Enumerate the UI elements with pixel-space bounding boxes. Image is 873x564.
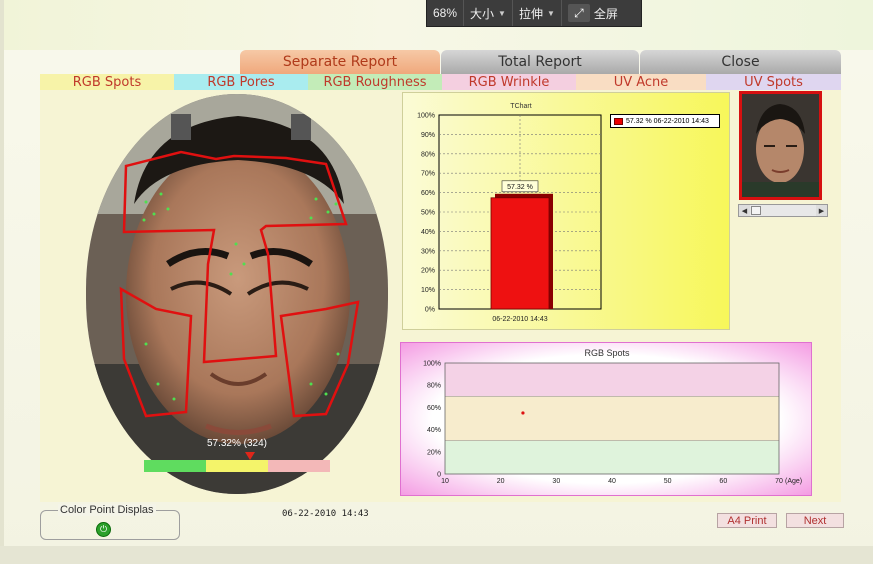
y-tick-label: 20% [421,268,435,275]
age-x-tick-label: 30 [552,478,560,485]
zoom-value: 68% [433,6,458,20]
age-y-tick-label: 60% [427,405,441,412]
age-band [445,396,779,441]
y-tick-label: 70% [421,171,435,178]
zoom-readout[interactable]: 68% [427,0,465,26]
age-band [445,440,779,474]
age-y-tick-label: 20% [427,449,441,456]
age-data-point [521,411,525,415]
age-x-tick-label: 70 [775,478,783,485]
y-tick-label: 80% [421,151,435,158]
bar-chart-legend: 57.32 % 06-22-2010 14:43 [610,114,720,128]
bar [490,197,550,310]
age-scatter-chart: RGB Spots020%40%60%80%100%10 20 30 40 50 60 70… [423,348,802,485]
size-menu[interactable]: 大小 ▼ [464,0,513,26]
scale-segment-good [144,460,206,472]
age-band [445,363,779,397]
age-y-tick-label: 40% [427,427,441,434]
chevron-down-icon: ▼ [498,8,506,18]
age-x-axis-label: (Age) [785,478,802,485]
stretch-menu[interactable]: 拉伸 ▼ [513,0,562,26]
stretch-label: 拉伸 [518,6,543,21]
subtab-uv-acne[interactable]: UV Acne [576,74,706,90]
age-chart-title: RGB Spots [584,348,630,358]
age-chart-panel: RGB Spots 0 20% 40% 60% 80% 100% 10 20 30 40 50 60 70… [400,342,812,496]
age-x-tick-label: 50 [664,478,672,485]
y-tick-label: 30% [421,248,435,255]
y-tick-label: 10% [421,287,435,294]
scale-segment-medium [206,460,268,472]
bar-chart-title: TChart [510,103,531,110]
thumbnail-scrollbar[interactable]: ◀ ▶ [738,204,828,217]
subtab-rgb-spots[interactable]: RGB Spots [40,74,174,90]
age-y-tick-label: 80% [427,383,441,390]
age-x-tick-label: 20 [497,478,505,485]
age-y-tick-label: 100% [423,361,441,368]
scale-segment-poor [268,460,330,472]
a4-print-button[interactable]: A4 Print [717,513,777,528]
face-analysis-image [86,94,388,494]
y-tick-label: 50% [421,210,435,217]
fullscreen-label: 全屏 [593,6,618,21]
severity-scale-bar [144,460,330,472]
report-timestamp: 06-22-2010 14:43 [282,509,369,519]
close-button[interactable]: Close [640,50,841,74]
tab-separate-report[interactable]: Separate Report [240,50,440,74]
footer-strip [0,546,873,564]
y-tick-label: 90% [421,132,435,139]
x-tick-label: 06-22-2010 14:43 [492,316,547,323]
subtab-rgb-pores[interactable]: RGB Pores [174,74,308,90]
bar-value-label: 57.32 % [507,184,533,191]
size-label: 大小 [470,6,495,21]
y-tick-label: 100% [417,113,435,120]
age-x-tick-label: 40 [608,478,616,485]
left-rail [0,0,4,564]
next-button[interactable]: Next [786,513,844,528]
age-x-tick-label: 60 [719,478,727,485]
bar-chart: TChart 0% 10% 20% 30% 40% 50% 60% 70% 80% 90% 100% 5… [417,103,602,323]
subtab-uv-spots[interactable]: UV Spots [706,74,841,90]
age-x-tick-label: 10 [441,478,449,485]
subtab-rgb-roughness[interactable]: RGB Roughness [308,74,442,90]
face-thumbnail[interactable] [739,91,822,200]
face-illustration [86,94,388,494]
subtab-rgb-wrinkle[interactable]: RGB Wrinkle [442,74,576,90]
scroll-left-icon[interactable]: ◀ [739,205,750,216]
power-toggle-icon[interactable]: ⏻ [96,522,111,537]
scrollbar-thumb[interactable] [751,206,761,215]
y-tick-label: 60% [421,190,435,197]
scroll-right-icon[interactable]: ▶ [816,205,827,216]
legend-text: 57.32 % 06-22-2010 14:43 [626,117,709,125]
thumbnail-face-image [742,94,819,197]
tab-total-report[interactable]: Total Report [441,50,639,74]
fullscreen-button[interactable]: ⤢ 全屏 [562,0,624,26]
y-tick-label: 0% [425,307,435,314]
expand-icon: ⤢ [567,4,590,22]
legend-swatch [614,117,623,125]
y-tick-label: 40% [421,229,435,236]
face-score-label: 57.32% (324) [206,438,268,449]
scale-marker-icon [245,452,256,460]
color-point-display-label: Color Point Displas [58,504,156,516]
chevron-down-icon: ▼ [546,8,555,18]
player-toolbar: 68% 大小 ▼ 拉伸 ▼ ⤢ 全屏 [426,0,642,27]
